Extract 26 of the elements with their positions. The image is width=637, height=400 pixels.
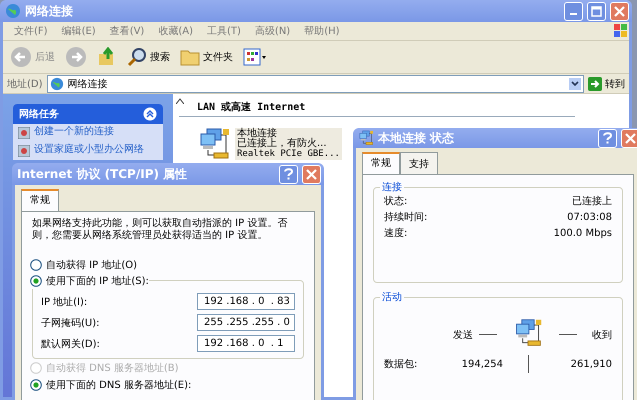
info-label: 速度: — [384, 226, 408, 241]
received-label: 收到 — [592, 328, 612, 342]
panel-title: 网络任务 — [19, 108, 59, 121]
address-label: 地址(D) — [7, 78, 43, 90]
window-title: 网络连接 — [25, 2, 74, 20]
info-label: 持续时间: — [384, 210, 428, 225]
packets-received: 261,910 — [570, 358, 612, 370]
field-label: 子网掩码(U): — [41, 316, 100, 330]
window-title: Internet 协议 (TCP/IP) 属性 — [17, 166, 188, 182]
group-title: 连接 — [380, 180, 404, 194]
description-text: 如果网络支持此功能，则可以获取自动指派的 IP 设置。否则，您需要从网络系统管理员处获得适当的 IP 设置。 — [32, 218, 288, 241]
window-title: 本地连接 状态 — [378, 130, 456, 146]
packets-label: 数据包: — [384, 358, 418, 371]
packets-sent: 194,254 — [460, 358, 503, 370]
field-label: 默认网关(D): — [41, 338, 100, 350]
device-name: Realtek PCIe GBE... — [237, 150, 340, 160]
sent-label: 发送 — [453, 330, 473, 340]
info-value: 07:03:08 — [567, 211, 612, 225]
connection-status: 已连接上，有防火... — [237, 139, 327, 150]
info-value: 已连接上 — [572, 194, 612, 209]
info-label: 状态: — [384, 194, 408, 209]
connection-name: 本地连接 — [237, 128, 278, 139]
group-header: LAN 或高速 Internet — [179, 98, 575, 117]
info-value: 100.0 Mbps — [554, 227, 612, 241]
group-title: 活动 — [380, 290, 404, 304]
field-label: IP 地址(I): — [41, 296, 88, 308]
